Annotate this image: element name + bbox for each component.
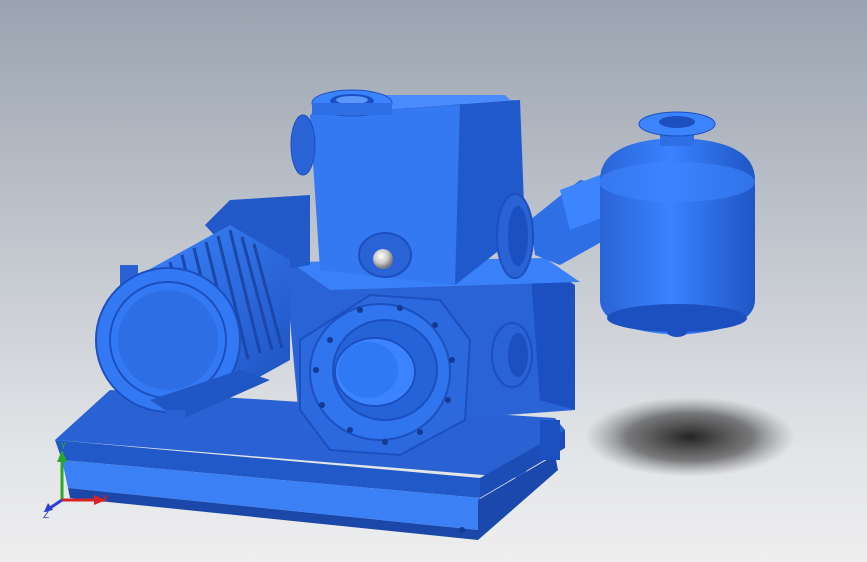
coordinate-triad: Y X Z [43,441,109,520]
graphics-viewport[interactable]: Y X Z [0,0,867,562]
right-side-cover[interactable] [491,322,533,388]
left-side-cover[interactable] [290,114,316,176]
y-axis-label: Y [60,441,67,452]
pump-assembly-model[interactable] [0,0,867,562]
tank-shadow [585,397,795,477]
z-axis-label: Z [43,510,49,520]
separator-tank[interactable] [599,111,755,337]
z-axis-arrow [49,498,63,510]
x-axis-label: X [102,494,109,505]
top-housing[interactable] [310,89,525,285]
sight-glass[interactable] [358,232,412,278]
